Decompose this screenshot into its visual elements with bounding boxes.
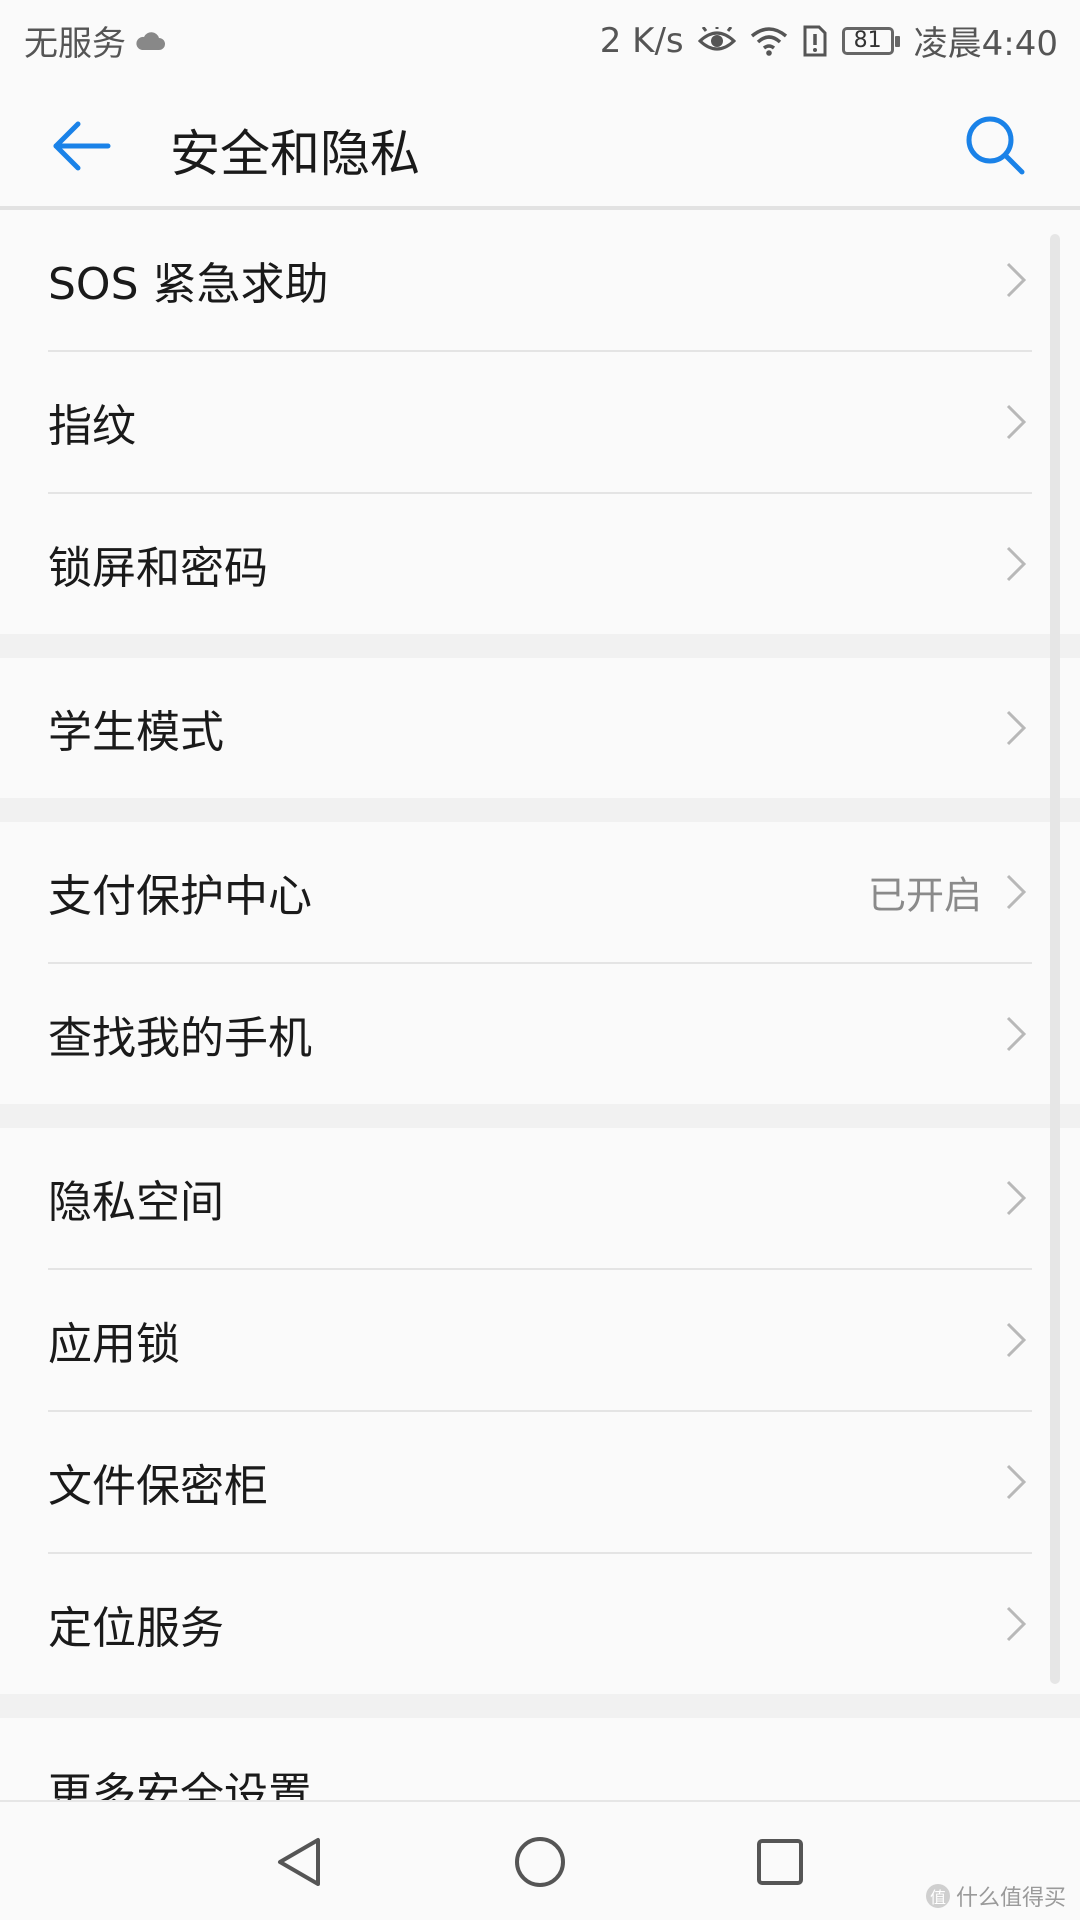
settings-group: 隐私空间 应用锁 文件保密柜 定位服务 bbox=[0, 1128, 1080, 1694]
chevron-right-icon bbox=[1006, 546, 1027, 582]
setting-label: 应用锁 bbox=[48, 1319, 180, 1370]
setting-private-space[interactable]: 隐私空间 bbox=[0, 1128, 1080, 1268]
network-speed: 2 K/s bbox=[599, 20, 684, 61]
chevron-right-icon bbox=[1006, 874, 1027, 910]
setting-sos[interactable]: SOS 紧急求助 bbox=[0, 210, 1080, 350]
setting-location-services[interactable]: 定位服务 bbox=[0, 1554, 1080, 1694]
setting-lockscreen-password[interactable]: 锁屏和密码 bbox=[0, 494, 1080, 634]
wifi-icon bbox=[750, 26, 787, 56]
watermark-text: 什么值得买 bbox=[955, 1886, 1066, 1911]
group-spacer bbox=[0, 1694, 1080, 1718]
app-bar: 安全和隐私 bbox=[0, 76, 1080, 210]
eye-comfort-icon bbox=[697, 26, 736, 50]
chevron-right-icon bbox=[1006, 710, 1027, 746]
settings-group: 学生模式 bbox=[0, 658, 1080, 798]
nav-back-icon[interactable] bbox=[270, 1832, 330, 1892]
page-title: 安全和隐私 bbox=[170, 125, 420, 183]
setting-label: 锁屏和密码 bbox=[48, 543, 268, 594]
chevron-right-icon bbox=[1006, 1322, 1027, 1358]
setting-payment-protection[interactable]: 支付保护中心 已开启 bbox=[0, 822, 1080, 962]
setting-find-my-phone[interactable]: 查找我的手机 bbox=[0, 964, 1080, 1104]
settings-group: 更多安全设置 bbox=[0, 1718, 1080, 1820]
settings-list: SOS 紧急求助 指纹 锁屏和密码 学生模式 支付保护中心 已开启 查找我的手机… bbox=[0, 210, 1080, 1820]
group-spacer bbox=[0, 1104, 1080, 1128]
navigation-bar: 值 什么值得买 bbox=[0, 1800, 1080, 1920]
watermark: 值 什么值得买 bbox=[925, 1880, 1066, 1912]
setting-fingerprint[interactable]: 指纹 bbox=[0, 352, 1080, 492]
setting-label: SOS 紧急求助 bbox=[48, 259, 329, 310]
scrollbar[interactable] bbox=[1050, 234, 1060, 1684]
setting-label: 指纹 bbox=[48, 401, 136, 452]
settings-group: SOS 紧急求助 指纹 锁屏和密码 bbox=[0, 210, 1080, 634]
setting-label: 学生模式 bbox=[48, 707, 224, 758]
chevron-right-icon bbox=[1006, 1606, 1027, 1642]
chevron-right-icon bbox=[1006, 1180, 1027, 1216]
nav-recents-icon[interactable] bbox=[750, 1832, 810, 1892]
setting-file-safe[interactable]: 文件保密柜 bbox=[0, 1412, 1080, 1552]
setting-label: 定位服务 bbox=[48, 1603, 224, 1654]
clock: 凌晨4:40 bbox=[913, 24, 1058, 64]
cloud-icon bbox=[136, 31, 165, 50]
group-spacer bbox=[0, 798, 1080, 822]
setting-app-lock[interactable]: 应用锁 bbox=[0, 1270, 1080, 1410]
setting-label: 隐私空间 bbox=[48, 1177, 224, 1228]
chevron-right-icon bbox=[1006, 1464, 1027, 1500]
status-bar: 无服务 2 K/s 81 凌晨4:40 bbox=[0, 0, 1080, 76]
carrier-text: 无服务 bbox=[24, 24, 126, 64]
chevron-right-icon bbox=[1006, 404, 1027, 440]
group-spacer bbox=[0, 634, 1080, 658]
setting-label: 支付保护中心 bbox=[48, 871, 312, 922]
search-icon[interactable] bbox=[962, 112, 1028, 178]
setting-label: 文件保密柜 bbox=[48, 1461, 268, 1512]
watermark-logo-icon: 值 bbox=[925, 1884, 950, 1908]
setting-more-security[interactable]: 更多安全设置 bbox=[0, 1718, 1080, 1820]
battery-indicator: 81 bbox=[841, 26, 900, 55]
setting-status-value: 已开启 bbox=[867, 873, 982, 918]
setting-student-mode[interactable]: 学生模式 bbox=[0, 658, 1080, 798]
settings-group: 支付保护中心 已开启 查找我的手机 bbox=[0, 822, 1080, 1104]
chevron-right-icon bbox=[1006, 1016, 1027, 1052]
chevron-right-icon bbox=[1006, 262, 1027, 298]
nav-home-icon[interactable] bbox=[510, 1832, 570, 1892]
setting-label: 查找我的手机 bbox=[48, 1013, 312, 1064]
sim-alert-icon bbox=[803, 25, 827, 56]
back-arrow-icon[interactable] bbox=[50, 114, 114, 178]
